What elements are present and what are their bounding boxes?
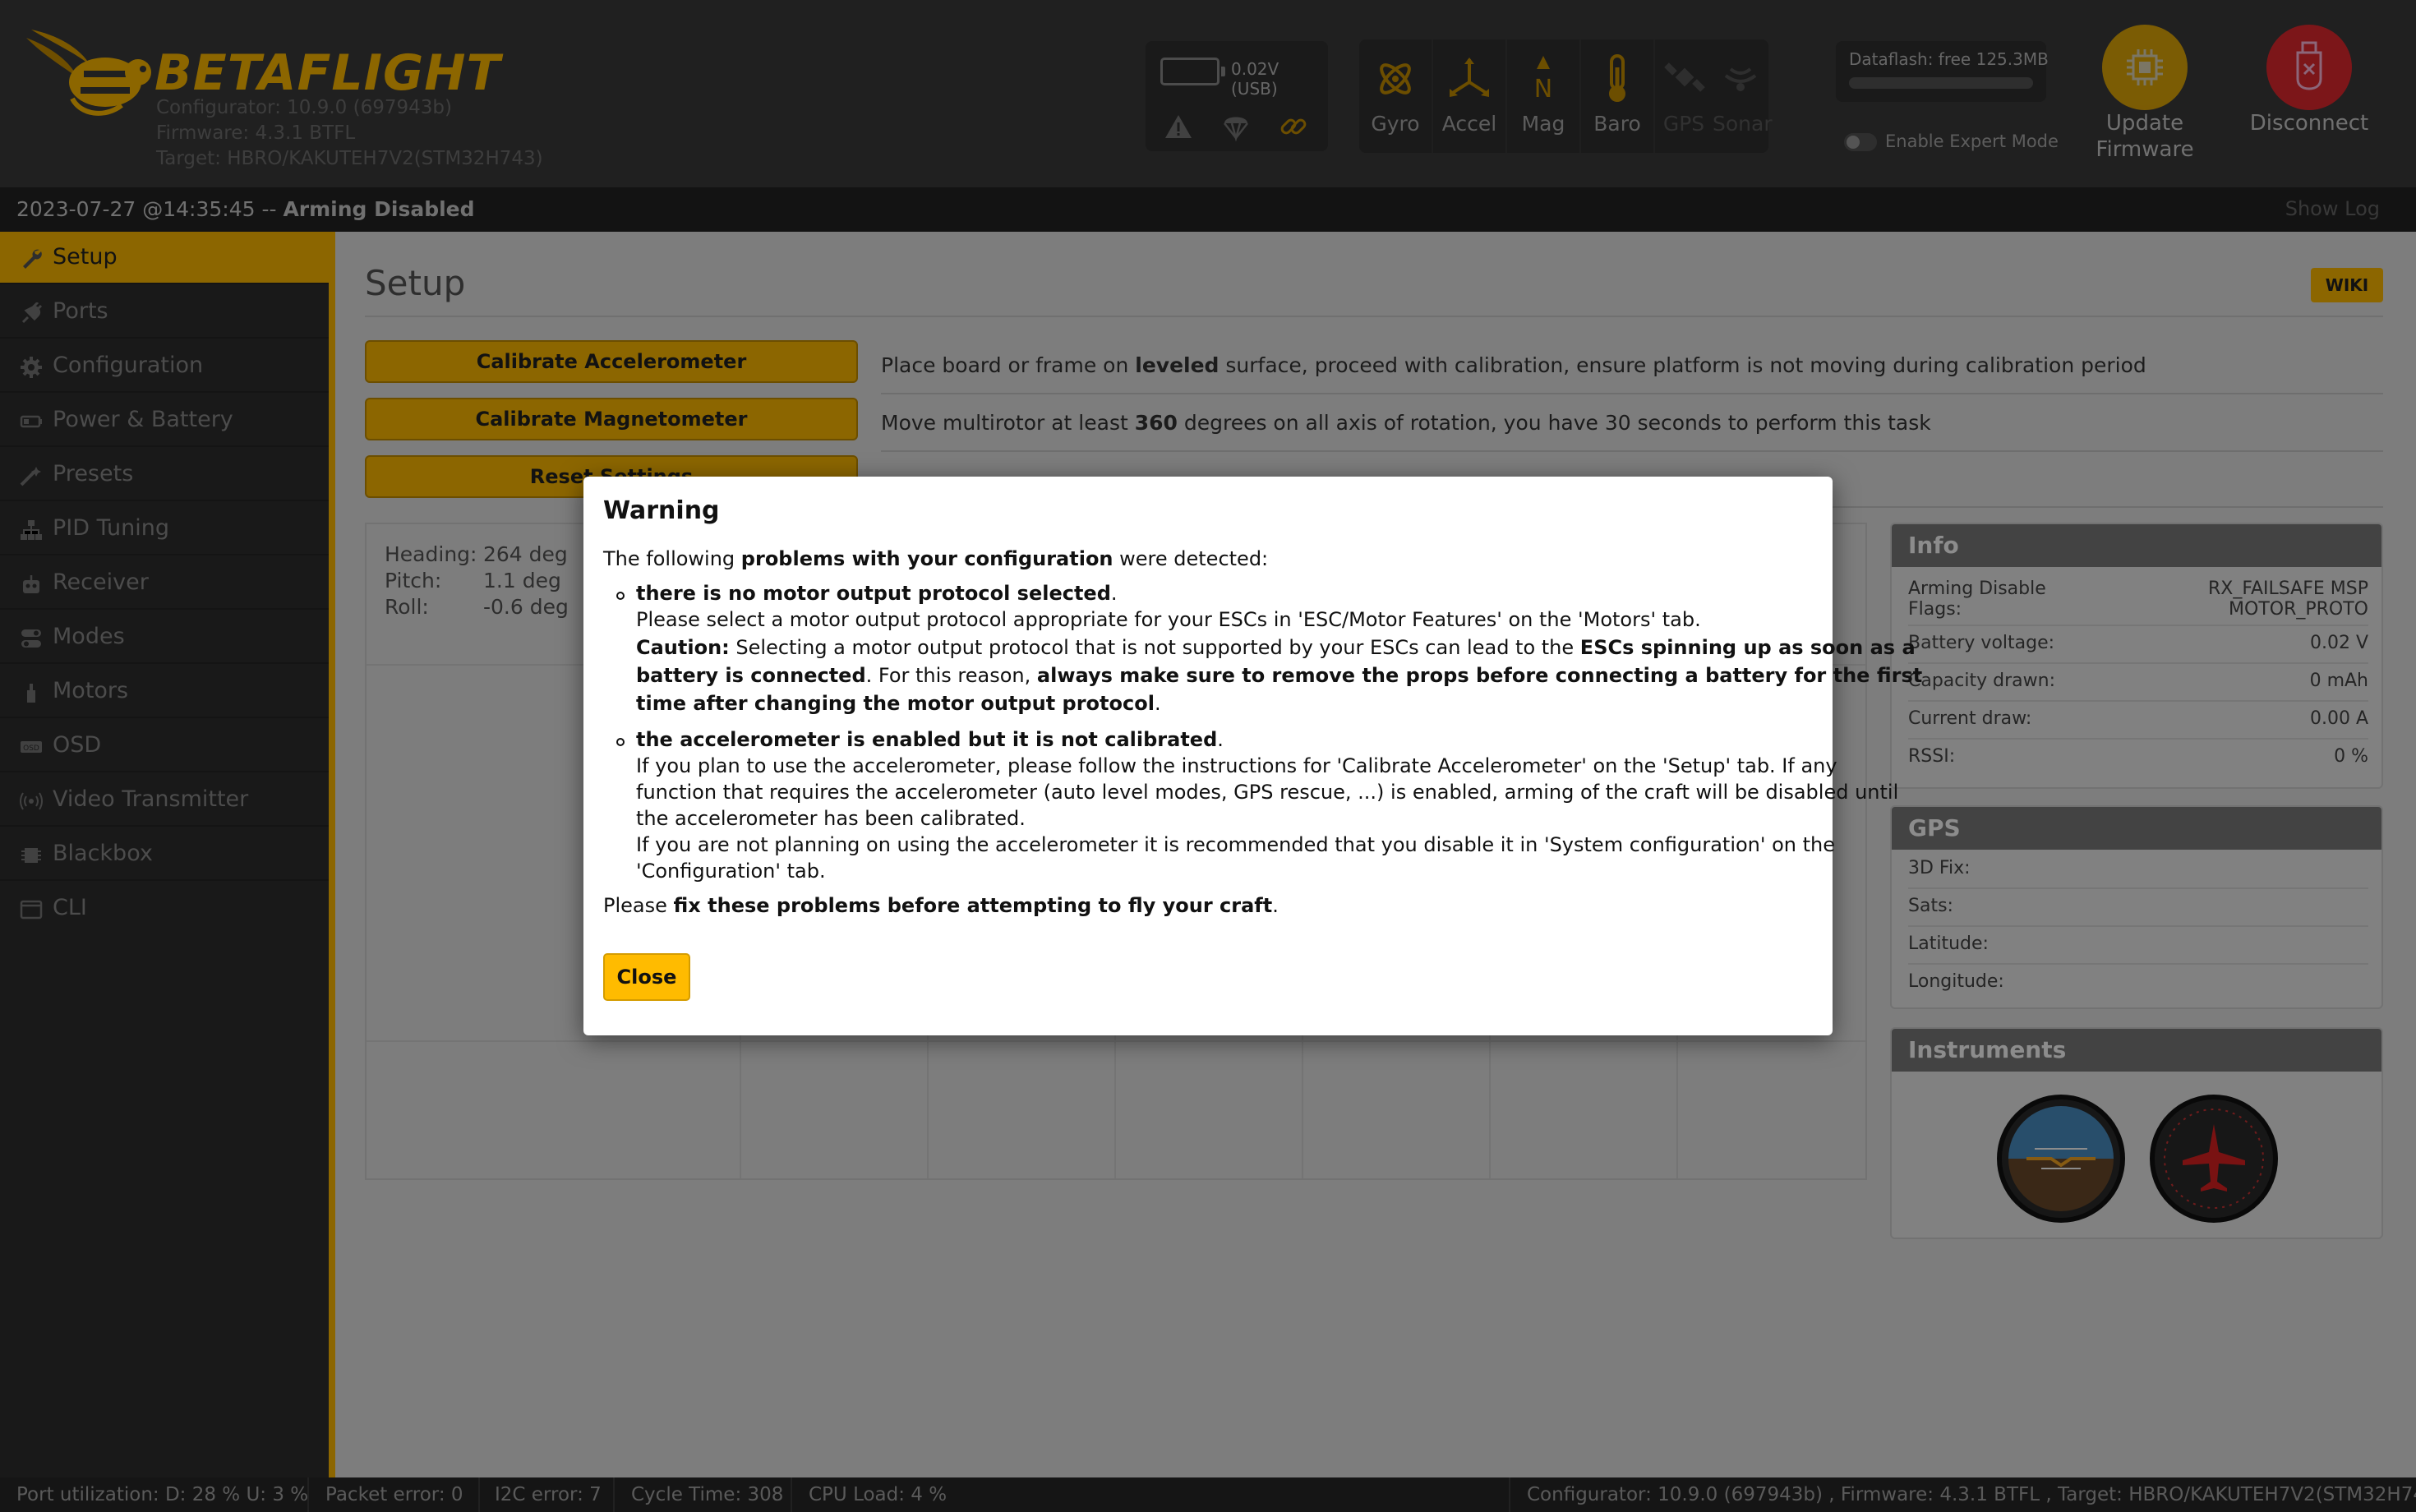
problem-accelerometer-text-1: If you plan to use the accelerometer, pl… [636,754,1837,777]
problem-accelerometer-text-2: function that requires the accelerometer… [636,781,1899,804]
problem-motor-protocol-caution-3: time after changing the motor output pro… [636,692,1161,715]
warning-dialog: Warning The following problems with your… [583,477,1922,1035]
dialog-title: Warning [603,496,720,525]
problem-motor-protocol-caution: Caution: Selecting a motor output protoc… [636,636,1916,659]
bullet-icon [616,592,625,600]
problem-accelerometer-text-5: 'Configuration' tab. [636,860,826,883]
problem-motor-protocol-heading: there is no motor output protocol select… [636,582,1118,605]
close-button[interactable]: Close [603,953,690,1001]
problem-accelerometer-text-4: If you are not planning on using the acc… [636,833,1836,856]
problem-accelerometer-text-3: the accelerometer has been calibrated. [636,807,1026,830]
dialog-intro: The following problems with your configu… [603,547,1269,570]
problem-accelerometer-heading: the accelerometer is enabled but it is n… [636,728,1224,751]
problem-motor-protocol-caution-2: battery is connected. For this reason, a… [636,664,1923,687]
dialog-outro: Please fix these problems before attempt… [603,894,1279,917]
problem-motor-protocol-text: Please select a motor output protocol ap… [636,608,1701,631]
bullet-icon [616,738,625,746]
